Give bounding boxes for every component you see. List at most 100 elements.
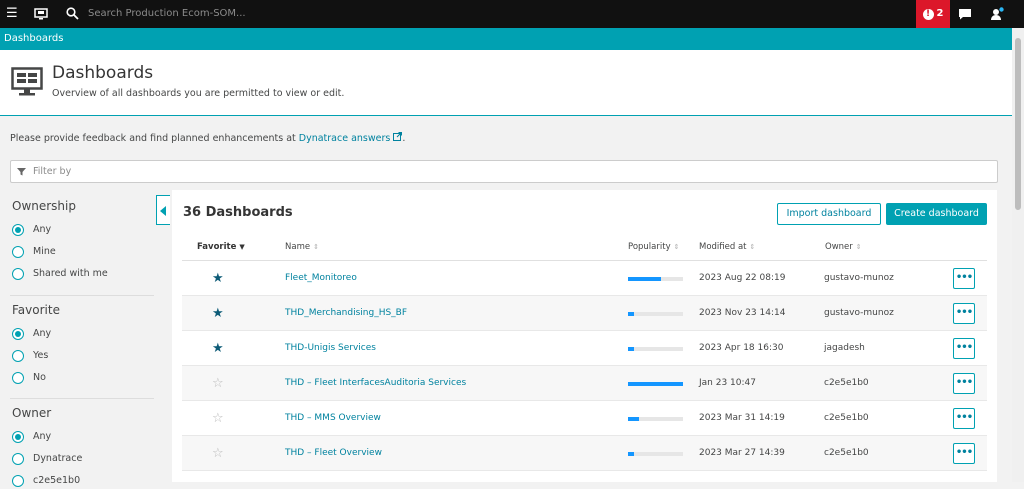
more-actions-button[interactable]: ••• <box>953 373 975 394</box>
chat-icon[interactable] <box>958 0 972 31</box>
top-bar: ☰ Search Production Ecom-SOM... ! 2 <box>0 0 1024 28</box>
favorite-no-label: No <box>33 372 46 383</box>
column-name-label: Name <box>285 242 311 252</box>
owner-dynatrace-label: Dynatrace <box>33 453 83 464</box>
favorite-title: Favorite <box>12 303 60 317</box>
create-dashboard-button[interactable]: Create dashboard <box>886 203 987 225</box>
breadcrumb-dashboards[interactable]: Dashboards <box>4 28 63 50</box>
dynatrace-answers-link-label: Dynatrace answers <box>298 133 391 144</box>
filter-placeholder: Filter by <box>33 166 72 177</box>
popularity-bar <box>628 347 683 351</box>
column-modified-label: Modified at <box>699 242 747 252</box>
table-row[interactable]: ☆ THD – MMS Overview 2023 Mar 31 14:19 c2e5… <box>182 401 987 436</box>
column-popularity-label: Popularity <box>628 242 671 252</box>
owner-any-label: Any <box>33 431 52 442</box>
star-filled-icon[interactable]: ★ <box>212 331 224 366</box>
popularity-fill <box>628 417 639 421</box>
alert-icon: ! <box>922 9 934 20</box>
ownership-mine-label: Mine <box>33 246 56 257</box>
star-outline-icon[interactable]: ☆ <box>212 401 224 436</box>
column-favorite[interactable]: Favorite ▼ <box>197 242 245 252</box>
sort-desc-icon: ▼ <box>239 243 245 251</box>
ownership-title: Ownership <box>12 199 76 213</box>
star-filled-icon[interactable]: ★ <box>212 296 224 331</box>
owner-name: gustavo-munoz <box>824 308 894 318</box>
monitor-icon[interactable] <box>34 0 48 31</box>
feedback-text: Please provide feedback and find planned… <box>10 132 405 144</box>
modified-at: 2023 Apr 18 16:30 <box>699 343 784 353</box>
dashboards-panel: 36 Dashboards Import dashboard Create da… <box>172 190 997 482</box>
modified-at: 2023 Nov 23 14:14 <box>699 308 786 318</box>
popularity-fill <box>628 347 634 351</box>
popularity-bar <box>628 417 683 421</box>
divider <box>10 398 154 399</box>
owner-name: jagadesh <box>824 343 865 353</box>
sort-icon: ⇕ <box>855 243 862 251</box>
popularity-fill <box>628 382 683 386</box>
favorite-yes-label: Yes <box>33 350 49 361</box>
scrollbar-thumb[interactable] <box>1015 38 1021 210</box>
divider <box>10 295 154 296</box>
popularity-fill <box>628 312 634 316</box>
dashboard-name-link[interactable]: THD – MMS Overview <box>285 401 381 436</box>
table-row[interactable]: ★ Fleet_Monitoreo 2023 Aug 22 08:19 gustavo… <box>182 261 987 296</box>
dashboard-name-link[interactable]: THD-Unigis Services <box>285 331 376 366</box>
more-actions-button[interactable]: ••• <box>953 408 975 429</box>
column-name[interactable]: Name ⇕ <box>285 242 319 252</box>
owner-name: c2e5e1b0 <box>824 448 869 458</box>
modified-at: 2023 Mar 27 14:39 <box>699 448 785 458</box>
search-icon[interactable] <box>66 0 79 31</box>
more-actions-button[interactable]: ••• <box>953 443 975 464</box>
table-row[interactable]: ★ THD_Merchandising_HS_BF 2023 Nov 23 14:1… <box>182 296 987 331</box>
star-outline-icon[interactable]: ☆ <box>212 366 224 401</box>
dashboard-name-link[interactable]: Fleet_Monitoreo <box>285 261 357 296</box>
column-modified[interactable]: Modified at ⇕ <box>699 242 755 252</box>
dynatrace-answers-link[interactable]: Dynatrace answers <box>298 132 403 144</box>
dashboard-count: 36 Dashboards <box>183 205 293 220</box>
ownership-shared-label: Shared with me <box>33 268 108 279</box>
popularity-bar <box>628 382 683 386</box>
feedback-suffix: . <box>402 133 406 144</box>
modified-at: 2023 Mar 31 14:19 <box>699 413 785 423</box>
more-actions-button[interactable]: ••• <box>953 268 975 289</box>
filter-icon <box>17 168 26 176</box>
search-input[interactable]: Search Production Ecom-SOM... <box>88 0 246 28</box>
dashboard-name-link[interactable]: THD – Fleet Overview <box>285 436 382 471</box>
dashboard-name-link[interactable]: THD_Merchandising_HS_BF <box>285 296 407 331</box>
dashboard-name-link[interactable]: THD – Fleet InterfacesAuditoria Services <box>285 366 466 401</box>
row-divider <box>182 470 987 471</box>
page-subtitle: Overview of all dashboards you are permi… <box>52 88 345 99</box>
owner-name: c2e5e1b0 <box>824 413 869 423</box>
import-dashboard-button[interactable]: Import dashboard <box>777 203 881 225</box>
star-outline-icon[interactable]: ☆ <box>212 436 224 471</box>
breadcrumb: Dashboards <box>0 28 1012 50</box>
scrollbar[interactable] <box>1012 28 1024 482</box>
popularity-bar <box>628 452 683 456</box>
collapse-sidebar-button[interactable] <box>156 195 170 225</box>
filter-input[interactable]: Filter by <box>10 160 998 183</box>
filter-sidebar: Ownership Any Mine Shared with me Favori… <box>0 190 160 487</box>
hamburger-menu-icon[interactable]: ☰ <box>6 0 18 28</box>
page-header: Dashboards Overview of all dashboards yo… <box>0 50 1012 116</box>
column-owner[interactable]: Owner ⇕ <box>825 242 862 252</box>
owner-c2e5e1b0-label: c2e5e1b0 <box>33 475 81 486</box>
popularity-bar <box>628 277 683 281</box>
column-owner-label: Owner <box>825 242 853 252</box>
column-favorite-label: Favorite <box>197 242 237 252</box>
table-row[interactable]: ★ THD-Unigis Services 2023 Apr 18 16:30 jag… <box>182 331 987 366</box>
more-actions-button[interactable]: ••• <box>953 338 975 359</box>
modified-at: 2023 Aug 22 08:19 <box>699 273 786 283</box>
star-filled-icon[interactable]: ★ <box>212 261 224 296</box>
sort-icon: ⇕ <box>313 243 319 251</box>
popularity-fill <box>628 452 634 456</box>
more-actions-button[interactable]: ••• <box>953 303 975 324</box>
owner-name: gustavo-munoz <box>824 273 894 283</box>
problems-button[interactable]: ! 2 <box>916 0 950 28</box>
dashboard-icon <box>11 67 43 96</box>
table-row[interactable]: ☆ THD – Fleet Overview 2023 Mar 27 14:39 c2… <box>182 436 987 471</box>
popularity-fill <box>628 277 661 281</box>
column-popularity[interactable]: Popularity ⇕ <box>628 242 679 252</box>
table-row[interactable]: ☆ THD – Fleet InterfacesAuditoria Service… <box>182 366 987 401</box>
sort-icon: ⇕ <box>749 243 756 251</box>
owner-name: c2e5e1b0 <box>824 378 869 388</box>
